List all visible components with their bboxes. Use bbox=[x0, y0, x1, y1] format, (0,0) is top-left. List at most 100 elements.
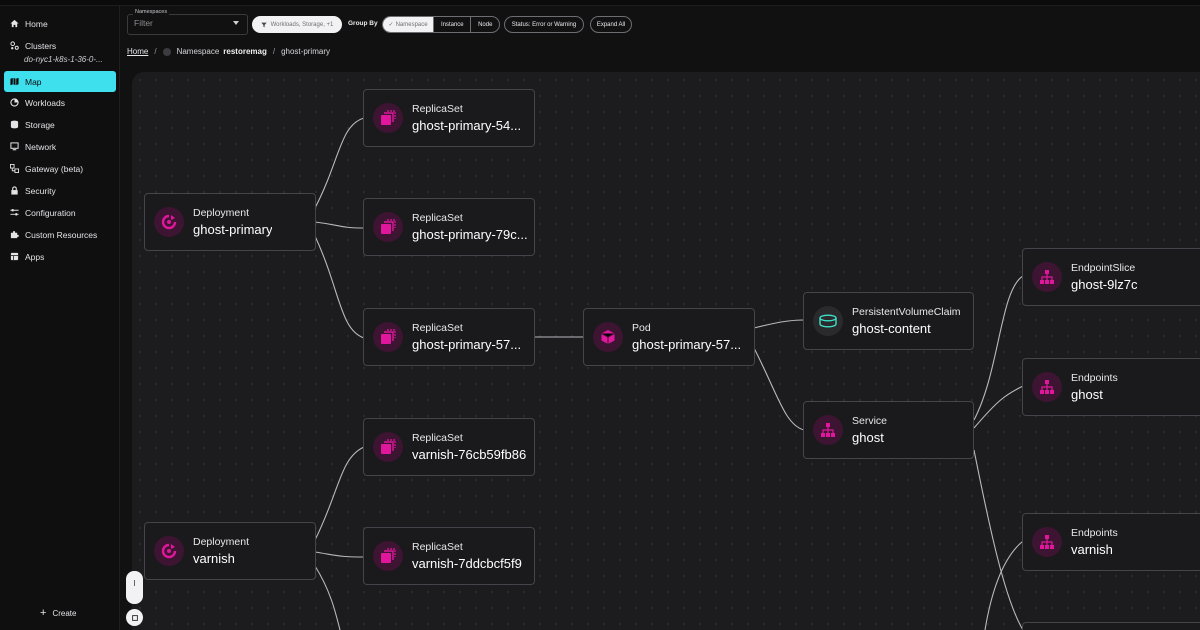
node-kind: PersistentVolumeClaim bbox=[852, 306, 961, 318]
sidebar-item-configuration[interactable]: Configuration bbox=[4, 202, 116, 223]
sidebar-item-label: Home bbox=[25, 18, 48, 29]
node-name: varnish-7ddcbcf5f9 bbox=[412, 556, 522, 571]
sidebar-item-label: Custom Resources bbox=[25, 229, 98, 240]
zoom-handle[interactable] bbox=[134, 579, 135, 586]
sliders-icon bbox=[10, 209, 19, 216]
node-name: ghost-content bbox=[852, 321, 931, 336]
network-icon bbox=[10, 142, 19, 151]
sidebar-item-storage[interactable]: Storage bbox=[4, 114, 116, 135]
node-kind: Endpoints bbox=[1071, 527, 1118, 539]
breadcrumb-separator: / bbox=[154, 47, 157, 56]
node-name: ghost-primary-57... bbox=[632, 337, 742, 352]
pod-icon bbox=[593, 322, 623, 352]
graph-node-replicaset[interactable]: ReplicaSet ghost-primary-57... bbox=[363, 308, 535, 366]
node-kind: Deployment bbox=[193, 207, 250, 219]
kind-filter-chip[interactable]: Workloads, Storage, +1 bbox=[252, 16, 342, 33]
graph-node-pod[interactable]: Pod ghost-primary-57... bbox=[583, 308, 755, 366]
sidebar-item-label: Configuration bbox=[25, 207, 76, 218]
create-button[interactable]: + Create bbox=[40, 607, 76, 619]
graph-node-pvc[interactable]: PersistentVolumeClaim ghost-content bbox=[803, 292, 974, 350]
namespace-icon bbox=[162, 47, 171, 56]
node-kind: Endpoints bbox=[1071, 372, 1118, 384]
sidebar-item-custom-resources[interactable]: Custom Resources bbox=[4, 224, 116, 245]
node-kind: ReplicaSet bbox=[412, 103, 463, 115]
zoom-slider[interactable] bbox=[126, 571, 143, 604]
group-by-namespace-label: Namespace bbox=[395, 21, 428, 28]
fit-view-icon bbox=[131, 614, 138, 621]
deployment-icon bbox=[154, 536, 184, 566]
breadcrumb-namespace-value[interactable]: restoremag bbox=[223, 47, 267, 56]
replicaset-icon bbox=[373, 322, 403, 352]
node-kind: Deployment bbox=[193, 536, 250, 548]
sidebar-item-clusters[interactable]: Clusters bbox=[4, 35, 116, 56]
sidebar-item-security[interactable]: Security bbox=[4, 180, 116, 201]
node-name: varnish bbox=[193, 551, 235, 566]
replicaset-icon bbox=[373, 103, 403, 133]
group-by-instance[interactable]: Instance bbox=[434, 17, 472, 32]
sidebar-item-network[interactable]: Network bbox=[4, 136, 116, 157]
node-name: ghost-primary-54... bbox=[412, 118, 522, 133]
create-label: Create bbox=[52, 608, 77, 618]
sidebar-item-workloads[interactable]: Workloads bbox=[4, 92, 116, 113]
expand-all-button[interactable]: Expand All bbox=[590, 16, 632, 33]
graph-node-partial[interactable] bbox=[1022, 622, 1200, 630]
breadcrumb-home[interactable]: Home bbox=[127, 47, 148, 56]
sidebar-item-map[interactable]: Map bbox=[4, 71, 116, 92]
puzzle-icon bbox=[10, 231, 19, 239]
service-icon bbox=[813, 415, 843, 445]
node-name: ghost bbox=[852, 430, 884, 445]
graph-node-endpointslice[interactable]: EndpointSlice ghost-9lz7c bbox=[1022, 248, 1200, 306]
storage-icon bbox=[10, 120, 19, 129]
top-strip bbox=[0, 0, 1200, 6]
chevron-down-icon[interactable] bbox=[233, 21, 239, 25]
node-name: ghost-primary-57... bbox=[412, 337, 522, 352]
graph-node-replicaset[interactable]: ReplicaSet ghost-primary-79c... bbox=[363, 198, 535, 256]
plus-icon: + bbox=[40, 607, 47, 619]
cluster-name[interactable]: do-nyc1-k8s-1-36-0-... bbox=[24, 55, 103, 64]
apps-icon bbox=[10, 252, 19, 261]
lock-icon bbox=[11, 186, 18, 195]
sidebar-item-gateway[interactable]: Gateway (beta) bbox=[4, 158, 116, 179]
sidebar-item-label: Apps bbox=[25, 251, 45, 262]
replicaset-icon bbox=[373, 432, 403, 462]
sidebar-item-label: Network bbox=[25, 141, 57, 152]
breadcrumb-current: ghost-primary bbox=[281, 47, 330, 56]
clusters-icon bbox=[10, 41, 19, 50]
node-kind: ReplicaSet bbox=[412, 322, 463, 334]
graph-node-deployment[interactable]: Deployment ghost-primary bbox=[144, 193, 316, 251]
graph-node-service[interactable]: Service ghost bbox=[803, 401, 974, 459]
sidebar-item-label: Workloads bbox=[25, 97, 65, 108]
node-kind: EndpointSlice bbox=[1071, 262, 1136, 274]
group-by-toggle: ✓ Namespace Instance Node bbox=[382, 16, 500, 33]
graph-node-replicaset[interactable]: ReplicaSet varnish-76cb59fb86 bbox=[363, 418, 535, 476]
graph-node-replicaset[interactable]: ReplicaSet varnish-7ddcbcf5f9 bbox=[363, 527, 535, 585]
status-filter-button[interactable]: Status: Error or Warning bbox=[504, 16, 584, 33]
breadcrumb-namespace-label: Namespace bbox=[176, 47, 220, 56]
node-kind: Service bbox=[852, 415, 888, 427]
group-by-namespace[interactable]: ✓ Namespace bbox=[383, 17, 435, 32]
breadcrumb: Home / Namespace restoremag / ghost-prim… bbox=[127, 47, 330, 56]
node-name: ghost-primary-79c... bbox=[412, 227, 528, 242]
graph-node-endpoints[interactable]: Endpoints ghost bbox=[1022, 358, 1200, 416]
group-by-node[interactable]: Node bbox=[471, 17, 499, 32]
node-kind: ReplicaSet bbox=[412, 212, 463, 224]
sidebar-item-home[interactable]: Home bbox=[4, 13, 116, 34]
kind-filter-text: Workloads, Storage, +1 bbox=[270, 21, 334, 28]
graph-node-deployment[interactable]: Deployment varnish bbox=[144, 522, 316, 580]
graph-node-replicaset[interactable]: ReplicaSet ghost-primary-54... bbox=[363, 89, 535, 147]
check-icon: ✓ bbox=[388, 22, 394, 28]
sidebar-item-apps[interactable]: Apps bbox=[4, 246, 116, 267]
sidebar-item-label: Map bbox=[25, 76, 42, 87]
graph-node-endpoints[interactable]: Endpoints varnish bbox=[1022, 513, 1200, 571]
gateway-icon bbox=[10, 164, 19, 173]
fit-view-button[interactable] bbox=[126, 609, 143, 626]
map-icon bbox=[10, 77, 19, 86]
endpointslice-icon bbox=[1032, 262, 1062, 292]
node-kind: ReplicaSet bbox=[412, 432, 463, 444]
replicaset-icon bbox=[373, 541, 403, 571]
namespace-filter-input[interactable]: Filter bbox=[134, 18, 153, 28]
node-name: ghost bbox=[1071, 387, 1103, 402]
endpoints-icon bbox=[1032, 527, 1062, 557]
home-icon bbox=[10, 19, 19, 28]
node-kind: Pod bbox=[632, 322, 651, 334]
